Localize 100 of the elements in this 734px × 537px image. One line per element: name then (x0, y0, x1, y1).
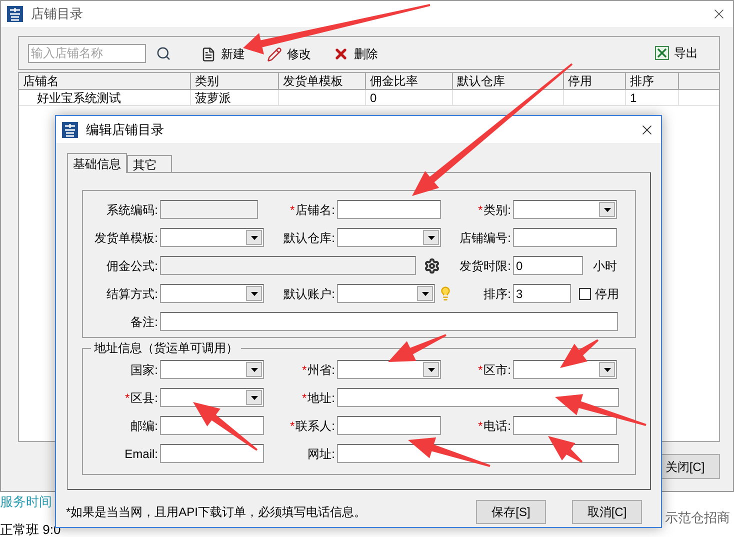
field-label: 联系人: (296, 418, 335, 434)
toolbar-button[interactable]: 删除 (333, 47, 378, 61)
field-label: 区市: (484, 362, 511, 378)
pencil-icon (267, 46, 282, 62)
input-field[interactable] (337, 416, 441, 435)
input-field[interactable] (513, 416, 617, 435)
table-cell: 菠萝派 (191, 90, 279, 106)
field-label: 排序: (484, 286, 511, 302)
dropdown-button[interactable] (417, 286, 433, 301)
caret-icon (250, 368, 258, 372)
table-cell: 1 (626, 90, 679, 106)
required-mark: * (302, 390, 307, 406)
field-label: 佣金公式: (106, 258, 158, 274)
required-mark: * (290, 418, 295, 434)
search-icon[interactable] (156, 46, 171, 60)
dropdown-button[interactable] (599, 202, 615, 217)
column-header[interactable]: 佣金比率 (366, 73, 453, 90)
field-label: 网址: (308, 446, 335, 462)
dialog-button[interactable]: 保存[S] (476, 500, 546, 524)
unit-label: 小时 (593, 258, 617, 274)
input-field[interactable] (160, 444, 264, 463)
caret-icon (428, 236, 434, 240)
caret-icon (250, 396, 258, 400)
column-header[interactable]: 类别 (191, 73, 279, 90)
field-label: 发货单模板: (94, 230, 158, 246)
field-label: 默认仓库: (284, 230, 335, 246)
field-label: 默认账户: (284, 286, 335, 302)
tab[interactable]: 基础信息 (67, 153, 127, 173)
field-label: 区县: (130, 390, 158, 406)
spreadsheet-icon (655, 46, 669, 60)
input-field[interactable]: 0 (513, 256, 583, 275)
select-field[interactable] (160, 228, 264, 247)
input-field[interactable] (160, 312, 618, 331)
export-button[interactable]: 导出 (655, 44, 698, 62)
column-header[interactable]: 停用 (564, 73, 626, 90)
field-label: 电话: (484, 418, 511, 434)
column-header[interactable]: 排序 (626, 73, 679, 90)
dropdown-button[interactable] (246, 390, 262, 405)
app-icon (62, 122, 78, 138)
window-title: 店铺目录 (31, 5, 83, 24)
field-label: 发货时限: (460, 258, 511, 274)
annotation-arrow (388, 334, 446, 362)
input-field[interactable] (337, 388, 619, 407)
required-mark: * (302, 362, 307, 378)
field-label: 店铺编号: (460, 230, 511, 246)
dropdown-button[interactable] (423, 362, 439, 377)
delete-icon (333, 46, 349, 62)
caret-icon (604, 368, 610, 372)
checkbox[interactable] (579, 288, 591, 300)
select-field[interactable] (513, 200, 617, 219)
required-mark: * (478, 202, 483, 218)
required-mark: * (124, 390, 130, 406)
dropdown-button[interactable] (423, 230, 439, 245)
input-field[interactable] (513, 228, 617, 247)
field-label: 备注: (130, 314, 158, 330)
dropdown-button[interactable] (246, 230, 262, 245)
annotation-arrow (560, 339, 599, 368)
caret-icon (422, 292, 428, 296)
field-label: 类别: (484, 202, 511, 218)
toolbar-button[interactable]: 新建 (201, 47, 245, 61)
select-field[interactable] (160, 360, 264, 379)
field-label: Email: (124, 446, 158, 462)
caret-icon (250, 292, 258, 296)
input-field[interactable] (160, 200, 258, 219)
tab[interactable]: 其它 (127, 155, 172, 173)
select-field[interactable] (160, 388, 264, 407)
gear-icon[interactable] (424, 258, 440, 274)
checkbox-label: 停用 (595, 286, 619, 302)
field-label: 结算方式: (106, 286, 158, 302)
column-header[interactable]: 店铺名 (19, 73, 191, 90)
input-field[interactable] (337, 200, 441, 219)
field-label: 店铺名: (296, 202, 335, 218)
select-field[interactable] (513, 360, 617, 379)
page-text: 示范仓招商 (665, 508, 730, 526)
input-field[interactable]: 3 (513, 284, 571, 303)
dialog-title: 编辑店铺目录 (86, 120, 164, 139)
field-label: 邮编: (130, 418, 158, 434)
select-field[interactable] (337, 284, 435, 303)
annotation-arrow (548, 436, 583, 463)
required-mark: * (478, 418, 483, 434)
field-label: 州省: (308, 362, 335, 378)
select-field[interactable] (160, 284, 264, 303)
dropdown-button[interactable] (599, 362, 615, 377)
caret-icon (428, 368, 434, 372)
dropdown-button[interactable] (246, 362, 262, 377)
input-field[interactable] (160, 256, 416, 275)
dialog-button[interactable]: 取消[C] (572, 500, 642, 524)
table-cell: 0 (366, 90, 453, 106)
required-mark: * (290, 202, 295, 218)
required-mark: * (478, 362, 483, 378)
table-cell (564, 90, 626, 106)
select-field[interactable] (337, 228, 441, 247)
table-cell: 好业宝系统测试 (19, 90, 191, 106)
toolbar-button[interactable]: 修改 (267, 47, 311, 61)
dropdown-button[interactable] (246, 286, 262, 301)
document-icon (201, 46, 216, 62)
column-header[interactable]: 发货单模板 (279, 73, 366, 90)
annotation-arrow (193, 402, 258, 451)
caret-icon (604, 208, 610, 212)
select-field[interactable] (337, 360, 441, 379)
